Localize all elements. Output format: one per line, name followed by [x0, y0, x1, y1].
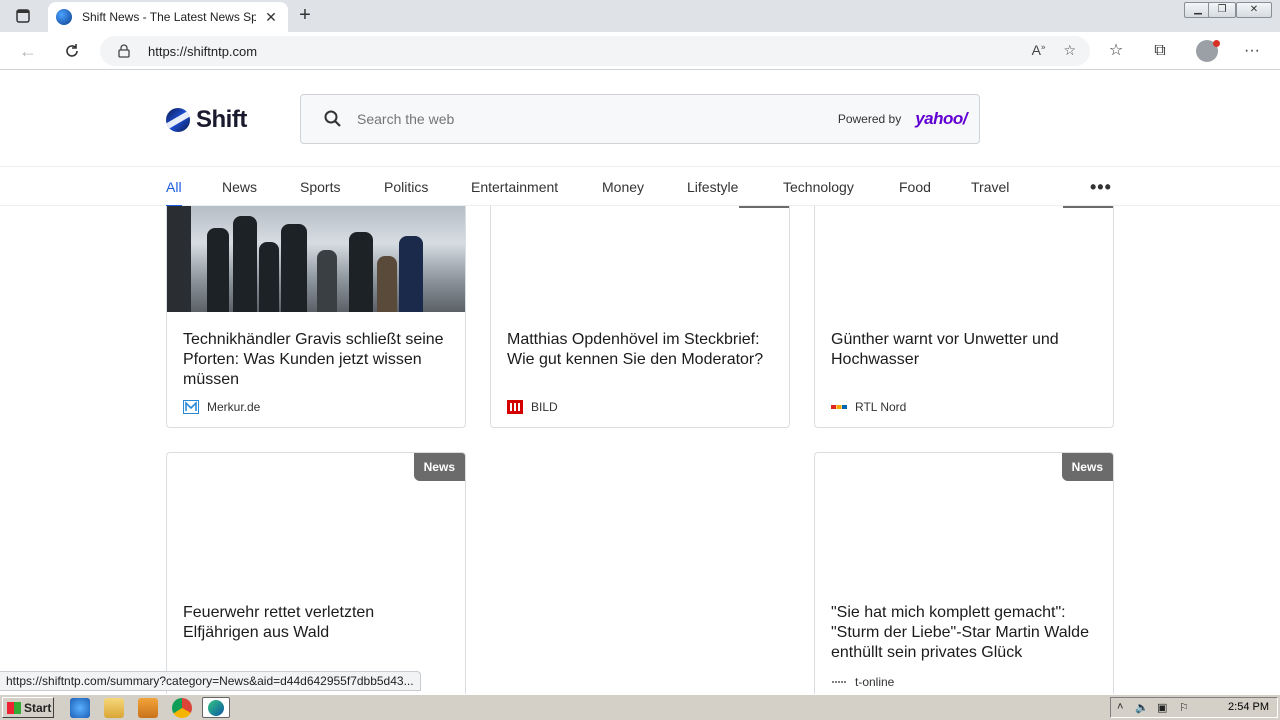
shift-logo-icon — [166, 108, 190, 132]
tray-expand-icon[interactable]: ˄ — [1117, 701, 1123, 713]
add-favorite-icon[interactable]: ☆ — [1063, 42, 1076, 59]
edge-icon — [208, 700, 224, 716]
category-badge[interactable]: News — [1061, 453, 1113, 481]
badge-strip — [1063, 206, 1113, 208]
chrome-icon[interactable] — [172, 698, 192, 718]
category-nav: All News Sports Politics Entertainment M… — [0, 166, 1280, 207]
tab-actions-icon — [16, 9, 30, 23]
card-headline[interactable]: Feuerwehr rettet verletzten Elfjährigen … — [183, 603, 453, 643]
tab-lifestyle[interactable]: Lifestyle — [687, 179, 738, 195]
tab-technology[interactable]: Technology — [783, 179, 854, 195]
shift-favicon-icon — [56, 9, 72, 25]
article-image — [167, 206, 465, 312]
search-icon[interactable] — [323, 109, 343, 129]
edge-taskbar-button[interactable] — [202, 697, 230, 718]
read-aloud-icon[interactable]: A» — [1032, 42, 1046, 59]
badge-strip — [739, 206, 789, 208]
card-source: BILD — [507, 400, 558, 414]
favorites-icon[interactable]: ☆ — [1104, 39, 1128, 63]
search-box: Powered by yahoo/ — [300, 94, 980, 144]
more-categories-icon[interactable]: ••• — [1090, 177, 1112, 198]
more-menu-icon[interactable]: ··· — [1240, 39, 1264, 63]
card-headline[interactable]: Technikhändler Gravis schließt seine Pfo… — [183, 330, 453, 390]
profile-avatar[interactable] — [1196, 40, 1220, 62]
news-card[interactable]: News "Sie hat mich komplett gemacht": "S… — [814, 452, 1114, 712]
volume-icon[interactable]: 🔈 — [1135, 701, 1149, 714]
card-headline[interactable]: "Sie hat mich komplett gemacht": "Sturm … — [831, 603, 1101, 663]
close-window-button[interactable]: ✕ — [1236, 2, 1272, 18]
tab-title: Shift News - The Latest News Spo — [82, 10, 256, 24]
tab-all[interactable]: All — [166, 179, 182, 207]
url-text: https://shiftntp.com — [148, 43, 258, 59]
address-bar: ← https://shiftntp.com A» ☆ ☆ ⧉ ··· — [0, 32, 1280, 70]
source-name: Merkur.de — [207, 400, 261, 414]
taskbar: Start ˄ 🔈 ▣ ⚐ 2:54 PM — [0, 694, 1280, 720]
tab-actions-button[interactable] — [8, 6, 38, 26]
url-field[interactable]: https://shiftntp.com A» ☆ — [100, 36, 1090, 66]
card-source: t-online — [831, 675, 894, 689]
tab-money[interactable]: Money — [602, 179, 644, 195]
news-card[interactable]: Günther warnt vor Unwetter und Hochwasse… — [814, 206, 1114, 428]
shift-logo[interactable]: Shift — [166, 106, 247, 134]
windows-flag-icon — [7, 701, 21, 714]
refresh-icon[interactable] — [60, 39, 84, 63]
card-headline[interactable]: Matthias Opdenhövel im Steckbrief: Wie g… — [507, 330, 777, 370]
card-source: Merkur.de — [183, 400, 260, 414]
tab-food[interactable]: Food — [899, 179, 931, 195]
merkur-logo-icon — [183, 400, 199, 414]
tab-bar: Shift News - The Latest News Spo ✕ + ▁ ❐… — [0, 0, 1280, 32]
clock[interactable]: 2:54 PM — [1228, 701, 1269, 713]
source-name: BILD — [531, 400, 558, 414]
tab-sports[interactable]: Sports — [300, 179, 340, 195]
tab-entertainment[interactable]: Entertainment — [471, 179, 558, 195]
start-button[interactable]: Start — [2, 697, 54, 718]
source-name: t-online — [855, 675, 895, 689]
powered-by-label: Powered by — [837, 112, 902, 126]
tab-travel[interactable]: Travel — [971, 179, 1009, 195]
media-player-icon[interactable] — [138, 698, 158, 718]
card-headline[interactable]: Günther warnt vor Unwetter und Hochwasse… — [831, 330, 1101, 370]
category-badge[interactable]: News — [413, 453, 465, 481]
rtl-logo-icon — [831, 405, 847, 409]
card-source: RTL Nord — [831, 400, 906, 414]
tab-news[interactable]: News — [222, 179, 257, 195]
tab-politics[interactable]: Politics — [384, 179, 428, 195]
close-tab-icon[interactable]: ✕ — [262, 8, 280, 26]
source-name: RTL Nord — [855, 400, 907, 414]
action-center-icon[interactable]: ⚐ — [1179, 701, 1189, 714]
system-tray: ˄ 🔈 ▣ ⚐ 2:54 PM — [1110, 697, 1278, 718]
back-icon[interactable]: ← — [16, 39, 40, 63]
new-tab-button[interactable]: + — [294, 5, 316, 27]
ie-icon[interactable] — [70, 698, 90, 718]
explorer-icon[interactable] — [104, 698, 124, 718]
collections-icon[interactable]: ⧉ — [1148, 39, 1172, 63]
yahoo-logo[interactable]: yahoo/ — [915, 109, 967, 129]
status-url-preview: https://shiftntp.com/summary?category=Ne… — [0, 671, 421, 691]
network-icon[interactable]: ▣ — [1157, 701, 1167, 714]
browser-tab[interactable]: Shift News - The Latest News Spo ✕ — [48, 2, 288, 32]
news-card[interactable]: Technikhändler Gravis schließt seine Pfo… — [166, 206, 466, 428]
lock-icon — [118, 44, 130, 58]
t-online-logo-icon — [832, 681, 846, 683]
restore-button[interactable]: ❐ — [1208, 2, 1236, 18]
bild-logo-icon — [507, 400, 523, 414]
logo-text: Shift — [196, 106, 247, 133]
news-card[interactable]: Matthias Opdenhövel im Steckbrief: Wie g… — [490, 206, 790, 428]
start-label: Start — [24, 700, 52, 715]
search-input[interactable] — [357, 111, 838, 127]
